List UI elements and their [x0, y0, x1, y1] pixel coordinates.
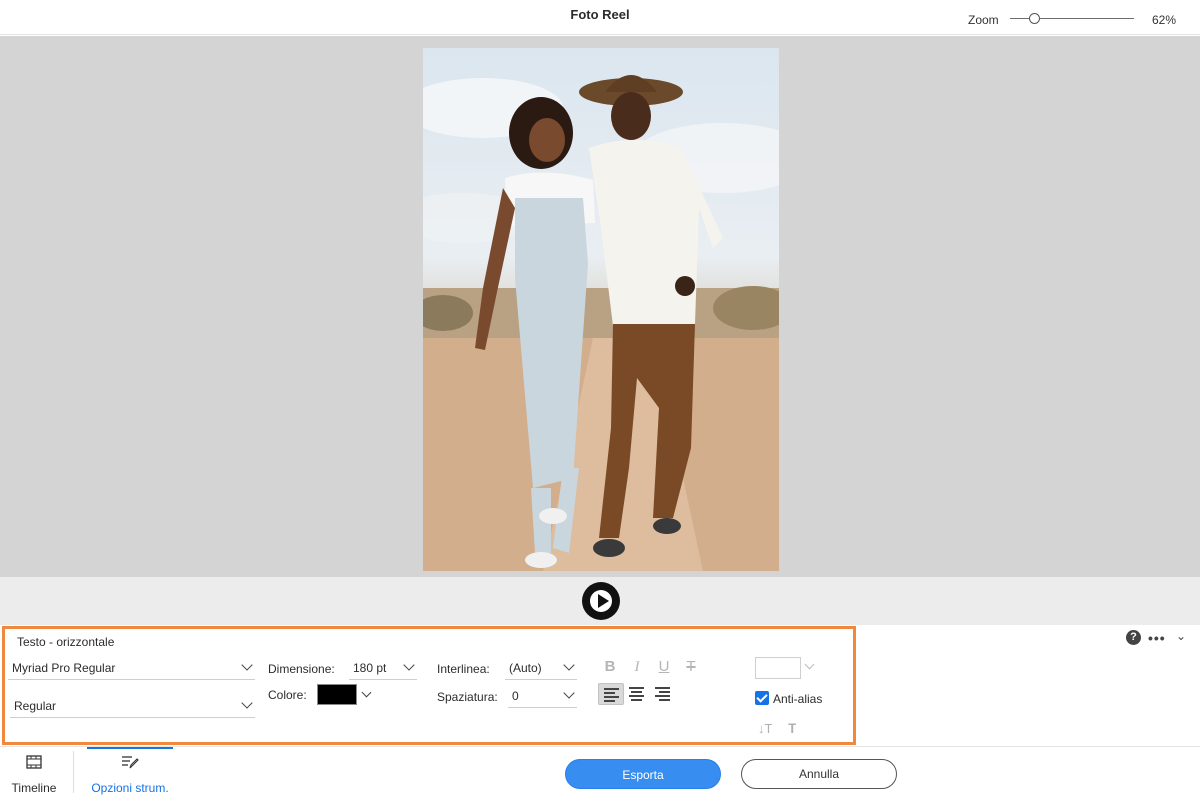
align-center-button[interactable] — [624, 683, 650, 705]
canvas-area — [0, 36, 1200, 577]
leading-value: (Auto) — [509, 661, 542, 675]
film-icon — [26, 755, 42, 769]
tab-timeline-label: Timeline — [11, 781, 57, 795]
tab-tool-options-label: Opzioni strum. — [91, 781, 169, 795]
font-style-value: Regular — [14, 699, 57, 713]
highlight-frame — [2, 626, 856, 745]
zoom-label: Zoom — [968, 13, 999, 27]
leading-label: Interlinea: — [437, 662, 490, 676]
chevron-down-icon — [563, 659, 575, 671]
leading-dropdown[interactable]: (Auto) — [505, 656, 577, 680]
disabled-color-swatch — [755, 657, 801, 679]
tool-title: Testo - orizzontale — [17, 635, 115, 649]
window-title: Foto Reel — [570, 7, 630, 22]
font-style-dropdown[interactable]: Regular — [10, 694, 255, 718]
chevron-down-icon — [403, 659, 415, 671]
help-icon[interactable]: ? — [1126, 630, 1141, 645]
couple-walking-photo[interactable] — [423, 48, 779, 571]
align-right-button[interactable] — [650, 683, 676, 705]
panel-header-icons: ? ••• ⌄ — [1126, 629, 1192, 648]
chevron-down-icon — [241, 659, 253, 671]
font-family-value: Myriad Pro Regular — [12, 661, 116, 675]
tab-timeline[interactable]: Timeline — [0, 747, 68, 796]
chevron-down-icon — [241, 697, 253, 709]
active-tab-indicator — [87, 747, 173, 749]
tracking-dropdown[interactable]: 0 — [508, 684, 577, 708]
bold-button[interactable]: B — [599, 657, 621, 677]
size-value: 180 pt — [353, 661, 387, 675]
play-icon[interactable] — [582, 582, 620, 620]
italic-button[interactable]: I — [626, 657, 648, 677]
chevron-down-icon[interactable]: ⌄ — [1176, 629, 1186, 643]
bottom-bar: Timeline Opzioni strum. Esporta Annulla — [0, 746, 1200, 795]
tracking-value: 0 — [512, 689, 519, 703]
divider — [73, 751, 74, 793]
text-color-swatch[interactable] — [317, 684, 357, 705]
font-family-dropdown[interactable]: Myriad Pro Regular — [8, 656, 255, 680]
size-dropdown[interactable]: 180 pt — [349, 656, 417, 680]
underline-button[interactable]: U — [653, 657, 675, 677]
tool-options-icon — [122, 756, 139, 769]
cancel-button[interactable]: Annulla — [741, 759, 897, 789]
anti-alias-label: Anti-alias — [773, 692, 823, 706]
export-button[interactable]: Esporta — [565, 759, 721, 789]
align-left-button[interactable] — [598, 683, 624, 705]
tool-options-panel: Testo - orizzontale ? ••• ⌄ Myriad Pro R… — [0, 625, 1200, 746]
vertical-text-icon: ↓T — [758, 721, 773, 736]
warp-text-icon: 𝐓 — [788, 721, 797, 736]
zoom-slider-thumb[interactable] — [1029, 13, 1041, 24]
size-label: Dimensione: — [268, 662, 335, 676]
color-label: Colore: — [268, 688, 307, 702]
play-triangle-icon — [598, 594, 609, 608]
title-bar: Foto Reel Zoom 62% — [0, 0, 1200, 35]
anti-alias-checkbox[interactable] — [755, 691, 769, 705]
tab-tool-options[interactable]: Opzioni strum. — [87, 747, 173, 796]
more-options-icon[interactable]: ••• — [1148, 630, 1166, 646]
chevron-down-icon — [563, 687, 575, 699]
strikethrough-button[interactable]: T — [680, 657, 702, 677]
zoom-value: 62% — [1152, 13, 1177, 27]
player-bar — [0, 577, 1200, 625]
tracking-label: Spaziatura: — [437, 690, 498, 704]
